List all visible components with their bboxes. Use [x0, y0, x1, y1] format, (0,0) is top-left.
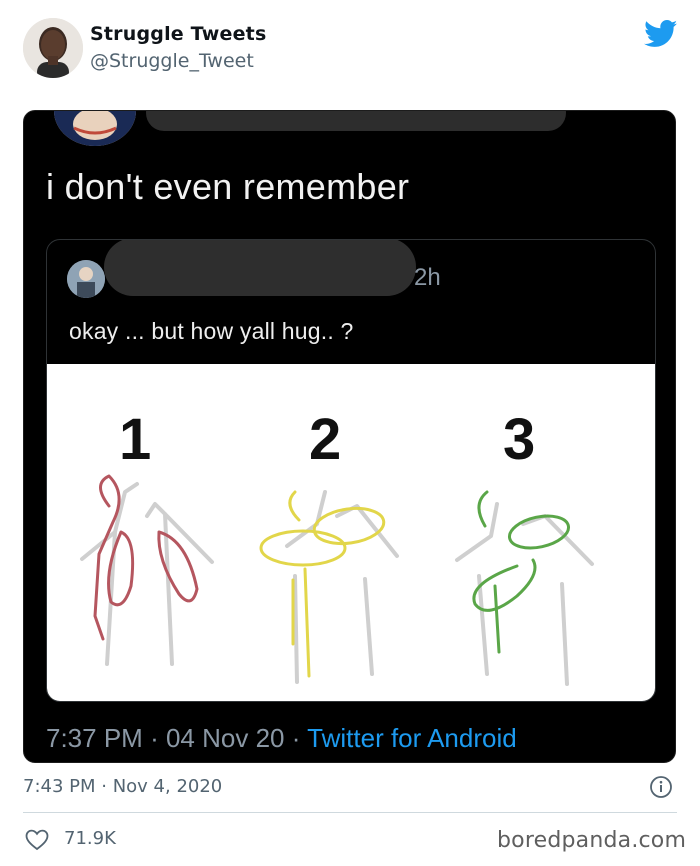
quoted-time-ago: 2h — [414, 264, 441, 291]
embedded-screenshot[interactable]: i don't even remember 2h okay ... but ho… — [23, 110, 676, 763]
author-display-name[interactable]: Struggle Tweets — [90, 23, 266, 45]
quoted-avatar — [67, 260, 105, 298]
meta-separator-1: · — [150, 723, 159, 753]
heart-icon[interactable] — [25, 829, 49, 851]
footer-divider — [23, 812, 677, 813]
tweet-card: Struggle Tweets @Struggle_Tweet i don't … — [0, 0, 700, 866]
screenshot-date: 04 Nov 20 — [165, 723, 285, 753]
screenshot-time: 7:37 PM — [46, 723, 143, 753]
reply-text: i don't even remember — [46, 166, 410, 207]
author-avatar[interactable] — [23, 18, 83, 78]
hug-figure-2 — [259, 490, 399, 684]
hug-styles-image[interactable]: 1 2 3 — [47, 364, 655, 701]
info-icon[interactable] — [649, 775, 673, 799]
redacted-name-bar — [146, 111, 566, 131]
twitter-bird-icon[interactable] — [644, 20, 678, 48]
hug-figure-1 — [80, 474, 214, 666]
redacted-quoted-name — [104, 240, 416, 296]
tweet-timestamp[interactable]: 7:43 PM · Nov 4, 2020 — [23, 776, 222, 797]
screenshot-source-link[interactable]: Twitter for Android — [307, 723, 517, 753]
like-count[interactable]: 71.9K — [64, 828, 116, 849]
author-handle[interactable]: @Struggle_Tweet — [90, 50, 254, 72]
hug-figure-3 — [455, 490, 594, 686]
screenshot-meta: 7:37 PM · 04 Nov 20 · Twitter for Androi… — [46, 723, 517, 754]
quoted-tweet[interactable]: 2h okay ... but how yall hug.. ? 1 2 3 — [46, 239, 656, 702]
meta-separator-2: · — [291, 723, 301, 753]
watermark: boredpanda.com — [497, 828, 687, 853]
replier-avatar — [54, 111, 136, 146]
quoted-text: okay ... but how yall hug.. ? — [69, 318, 354, 344]
